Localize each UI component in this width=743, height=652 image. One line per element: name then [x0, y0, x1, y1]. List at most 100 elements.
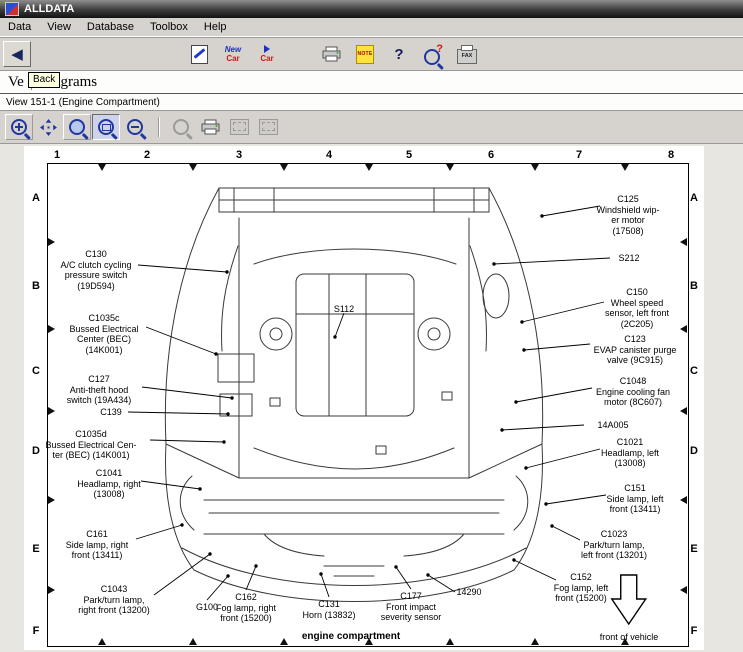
grid-row-label-left: B: [32, 280, 40, 292]
toolbar-separator: [158, 117, 159, 137]
print-diagram-button[interactable]: [196, 114, 224, 140]
fit-selection-button[interactable]: [254, 114, 282, 140]
grid-tick-triangle: [48, 325, 55, 333]
grid-col-label: 1: [54, 149, 60, 161]
pen-document-icon: [191, 45, 208, 64]
menu-data[interactable]: Data: [0, 21, 39, 33]
grid-tick-triangle: [446, 164, 454, 171]
back-tooltip: Back: [28, 72, 60, 88]
grid-tick-triangle: [48, 238, 55, 246]
zoom-dynamic-button[interactable]: [63, 114, 91, 140]
app-icon: [5, 2, 19, 16]
callout-c1021: C1021Headlamp, left(13008): [601, 437, 659, 469]
grid-row-label-right: D: [690, 445, 698, 457]
window-title: ALLDATA: [24, 3, 74, 15]
callout-c127: C127Anti-theft hoodswitch (19A434): [67, 374, 132, 406]
grid-row-label-right: A: [690, 192, 698, 204]
grid-tick-triangle: [48, 586, 55, 594]
search-help-button[interactable]: ?: [419, 41, 447, 67]
grid-tick-triangle: [621, 638, 629, 645]
callout-c1048: C1048Engine cooling fanmotor (8C607): [596, 376, 670, 408]
grid-tick-triangle: [365, 164, 373, 171]
car-history-button[interactable]: Car: [253, 41, 281, 67]
fit-page-button[interactable]: [225, 114, 253, 140]
front-of-vehicle-arrow-icon: [609, 574, 649, 626]
grid-row-label-left: C: [32, 365, 40, 377]
callout-c1035d: C1035dBussed Electrical Cen-ter (BEC) (1…: [45, 429, 136, 461]
menu-bar: Data View Database Toolbox Help: [0, 18, 743, 37]
callout-c125: C125Windshield wip-er motor(17508): [596, 194, 659, 236]
diagram-page[interactable]: front of vehicle 12345678AABBCCDDEEFFC12…: [24, 146, 704, 650]
callout-c177: C177Front impactseverity sensor: [381, 591, 442, 623]
grid-row-label-right: B: [690, 280, 698, 292]
callout-c1023: C1023Park/turn lamp,left front (13201): [581, 529, 647, 561]
callout-c123: C123EVAP canister purgevalve (9C915): [594, 334, 677, 366]
zoom-toolbar: [0, 111, 743, 145]
main-toolbar: ◀ New Car Car NOTE ? ? FAX: [0, 37, 743, 71]
callout-c161: C161Side lamp, rightfront (13411): [66, 529, 129, 561]
grid-tick-triangle: [280, 164, 288, 171]
note-button[interactable]: NOTE: [351, 41, 379, 67]
fit-selection-icon: [259, 119, 278, 135]
callout-s112: S112: [334, 304, 354, 315]
print-button[interactable]: [317, 41, 345, 67]
grid-tick-triangle: [189, 164, 197, 171]
fax-button[interactable]: FAX: [453, 41, 481, 67]
grid-tick-triangle: [48, 407, 55, 415]
back-arrow-icon: ◀: [11, 47, 23, 62]
callout-s212: S212: [618, 253, 639, 264]
callout-c139: C139: [100, 407, 122, 418]
grid-col-label: 5: [406, 149, 412, 161]
title-bar[interactable]: ALLDATA: [0, 0, 743, 18]
back-button[interactable]: ◀: [3, 41, 31, 67]
diagram-viewport: front of vehicle 12345678AABBCCDDEEFFC12…: [0, 144, 743, 652]
grid-tick-triangle: [98, 164, 106, 171]
pan-button[interactable]: [34, 114, 62, 140]
callout-c152: C152Fog lamp, leftfront (15200): [554, 572, 609, 604]
zoom-in-icon: [11, 119, 27, 135]
zoom-in-button[interactable]: [5, 114, 33, 140]
view-title: View 151-1 (Engine Compartment): [6, 97, 160, 108]
zoom-out-button[interactable]: [121, 114, 149, 140]
new-car-button[interactable]: New Car: [219, 41, 247, 67]
grid-row-label-left: D: [32, 445, 40, 457]
zoom-dynamic-icon: [69, 119, 85, 135]
grid-tick-triangle: [680, 496, 687, 504]
grid-row-label-right: C: [690, 365, 698, 377]
menu-database[interactable]: Database: [79, 21, 142, 33]
callout-c1035c: C1035cBussed ElectricalCenter (BEC)(14K0…: [69, 313, 138, 355]
callout-c150: C150Wheel speedsensor, left front(2C205): [605, 287, 669, 329]
grid-tick-triangle: [189, 638, 197, 645]
menu-view[interactable]: View: [39, 21, 79, 33]
grid-row-label-right: E: [690, 543, 697, 555]
help-button[interactable]: ?: [385, 41, 413, 67]
callout-caption: engine compartment: [302, 632, 400, 643]
zoom-window-icon: [98, 119, 114, 135]
grid-tick-triangle: [531, 638, 539, 645]
note-icon: NOTE: [356, 45, 374, 64]
grid-tick-triangle: [280, 638, 288, 645]
grid-col-label: 6: [488, 149, 494, 161]
callout-g100: G100: [196, 602, 218, 613]
question-mark-icon: ?: [394, 47, 403, 62]
grid-row-label-right: F: [691, 625, 698, 637]
grid-row-label-left: E: [32, 543, 39, 555]
callout-c162: C162Fog lamp, rightfront (15200): [216, 592, 276, 624]
callout-c1043: C1043Park/turn lamp,right front (13200): [78, 584, 150, 616]
callout-14290: 14290: [456, 587, 481, 598]
pan-arrows-icon: [40, 119, 57, 136]
menu-help[interactable]: Help: [196, 21, 235, 33]
callout-14a005: 14A005: [597, 420, 628, 431]
write-report-button[interactable]: [185, 41, 213, 67]
grid-tick-triangle: [446, 638, 454, 645]
grid-col-label: 2: [144, 149, 150, 161]
grid-tick-triangle: [680, 238, 687, 246]
menu-toolbox[interactable]: Toolbox: [142, 21, 196, 33]
view-info-bar: View 151-1 (Engine Compartment): [0, 94, 743, 111]
tab-vehicle[interactable]: Ve: [8, 74, 24, 91]
tab-row: Ve Diagrams: [0, 71, 743, 94]
zoom-previous-button[interactable]: [167, 114, 195, 140]
grid-tick-triangle: [621, 164, 629, 171]
zoom-window-button[interactable]: [92, 114, 120, 140]
grid-col-label: 8: [668, 149, 674, 161]
